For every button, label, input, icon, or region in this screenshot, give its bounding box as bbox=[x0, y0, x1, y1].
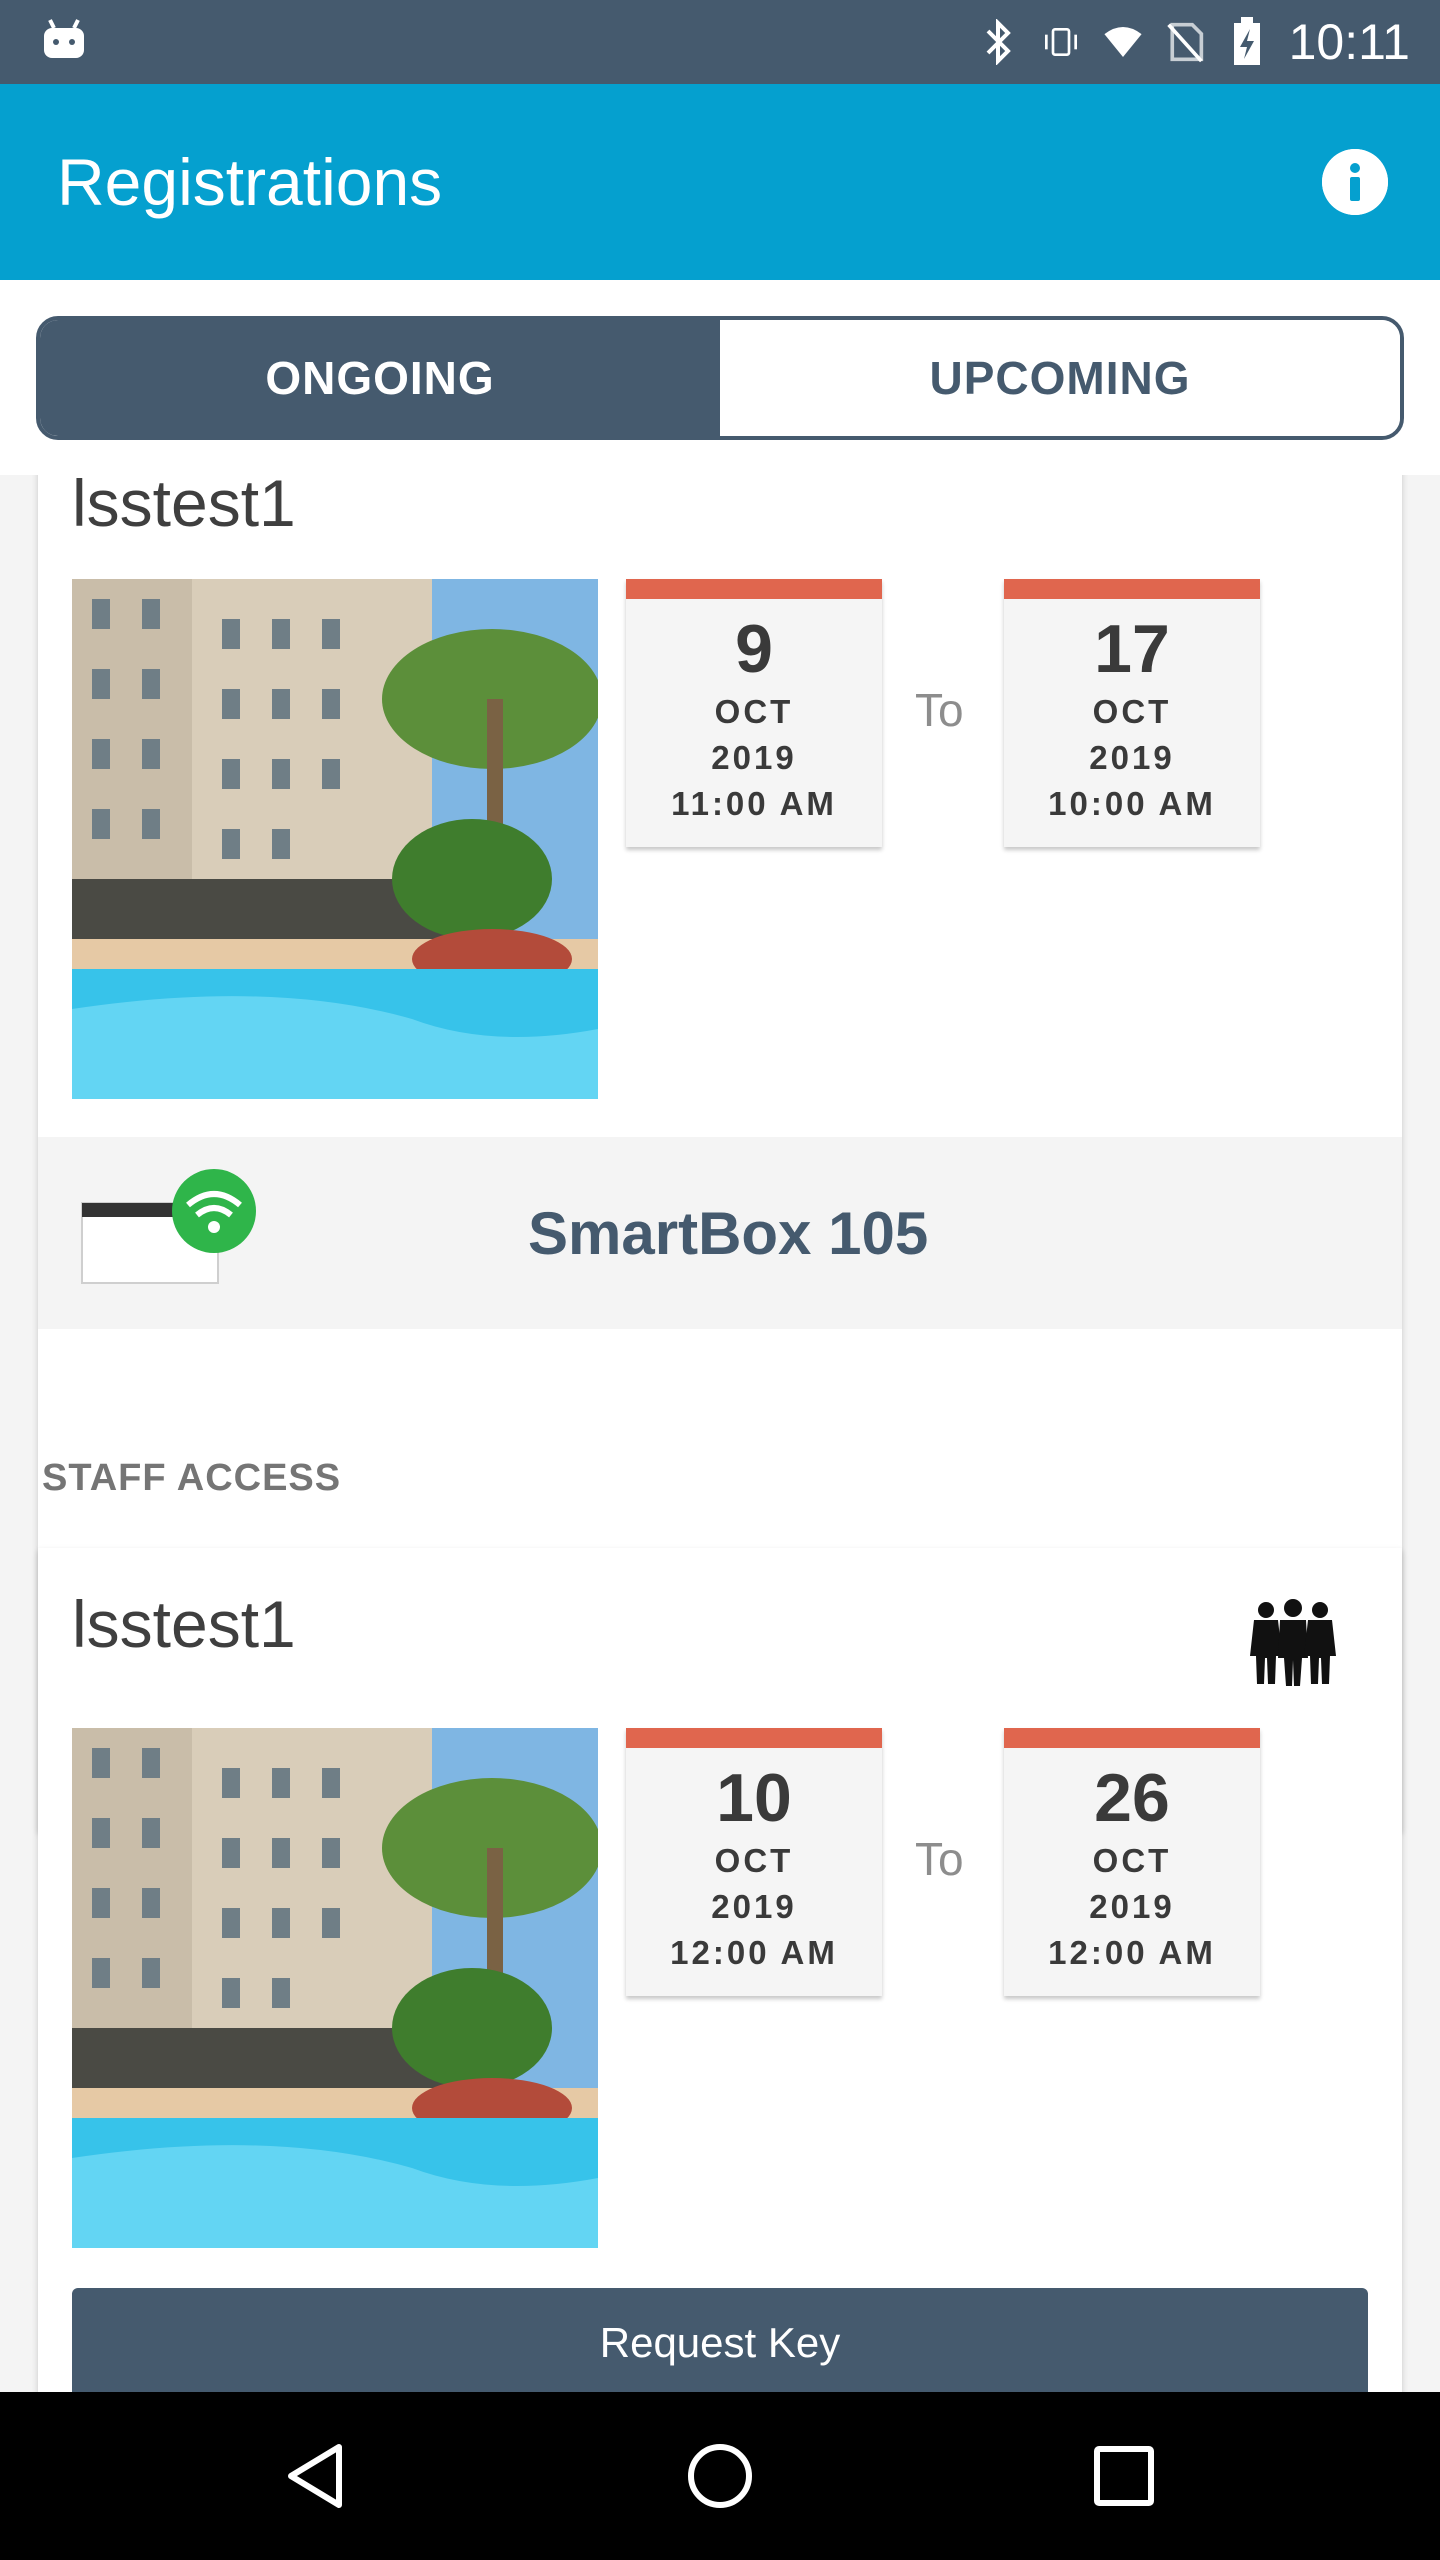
start-month: OCT bbox=[714, 693, 794, 730]
smartbox-name: SmartBox 105 bbox=[528, 1200, 929, 1267]
staff-group-icon bbox=[1248, 1598, 1338, 1688]
status-bar: 10:11 bbox=[0, 0, 1440, 84]
registrations-list[interactable]: lsstest1 9 OCT 2019 11:00 AM To 17 OCT 2… bbox=[0, 475, 1440, 2392]
wifi-icon bbox=[1103, 19, 1143, 65]
start-time: 11:00 AM bbox=[671, 785, 837, 822]
info-icon bbox=[1322, 149, 1388, 215]
staff-start-year: 2019 bbox=[711, 1888, 797, 1925]
android-icon bbox=[40, 18, 88, 62]
staff-end-year: 2019 bbox=[1089, 1888, 1175, 1925]
recents-icon bbox=[1094, 2446, 1154, 2506]
tab-ongoing[interactable]: ONGOING bbox=[40, 320, 720, 436]
smartbox-row[interactable]: SmartBox 105 bbox=[38, 1137, 1402, 1329]
back-button[interactable] bbox=[276, 2436, 356, 2516]
battery-charging-icon bbox=[1227, 17, 1267, 65]
status-icons: 10:11 bbox=[979, 0, 1410, 84]
staff-start-time: 12:00 AM bbox=[670, 1934, 838, 1971]
tab-strip: ONGOING UPCOMING bbox=[0, 280, 1440, 475]
start-date: 9 OCT 2019 11:00 AM bbox=[626, 579, 882, 847]
start-year: 2019 bbox=[711, 739, 797, 776]
navigation-bar bbox=[0, 2392, 1440, 2560]
request-key-button[interactable]: Request Key bbox=[72, 2288, 1368, 2392]
app-bar: Registrations bbox=[0, 84, 1440, 280]
staff-to-label: To bbox=[915, 1833, 964, 1885]
section-label-staff-access: STAFF ACCESS bbox=[42, 1457, 342, 1499]
segmented-control: ONGOING UPCOMING bbox=[36, 316, 1404, 440]
staff-end-date: 26 OCT 2019 12:00 AM bbox=[1004, 1728, 1260, 1996]
end-day: 17 bbox=[1094, 611, 1170, 687]
staff-start-day: 10 bbox=[716, 1760, 792, 1836]
vibrate-icon bbox=[1041, 19, 1081, 65]
status-time: 10:11 bbox=[1288, 14, 1410, 70]
staff-end-day: 26 bbox=[1094, 1760, 1170, 1836]
end-month: OCT bbox=[1092, 693, 1172, 730]
smartbox-wifi-icon bbox=[80, 1167, 260, 1297]
back-icon bbox=[288, 2444, 342, 2508]
staff-access-card[interactable]: lsstest1 10 OCT 2019 12:00 AM To 26 OCT … bbox=[38, 1548, 1402, 2392]
home-button[interactable] bbox=[680, 2436, 760, 2516]
staff-hotel-image bbox=[72, 1728, 598, 2248]
bluetooth-icon bbox=[979, 19, 1019, 65]
staff-start-month: OCT bbox=[714, 1842, 794, 1879]
recents-button[interactable] bbox=[1084, 2436, 1164, 2516]
staff-end-month: OCT bbox=[1092, 1842, 1172, 1879]
staff-registration-name: lsstest1 bbox=[72, 1587, 296, 1661]
end-year: 2019 bbox=[1089, 739, 1175, 776]
staff-end-time: 12:00 AM bbox=[1048, 1934, 1216, 1971]
to-label: To bbox=[915, 684, 964, 736]
no-sim-icon bbox=[1165, 19, 1205, 65]
registration-name: lsstest1 bbox=[72, 475, 296, 540]
start-day: 9 bbox=[735, 611, 773, 687]
home-icon bbox=[688, 2444, 752, 2508]
end-date: 17 OCT 2019 10:00 AM bbox=[1004, 579, 1260, 847]
end-time: 10:00 AM bbox=[1048, 785, 1216, 822]
hotel-image bbox=[72, 579, 598, 1099]
staff-start-date: 10 OCT 2019 12:00 AM bbox=[626, 1728, 882, 1996]
page-title: Registrations bbox=[57, 145, 443, 219]
tab-upcoming[interactable]: UPCOMING bbox=[720, 320, 1400, 436]
info-button[interactable] bbox=[1322, 149, 1388, 215]
